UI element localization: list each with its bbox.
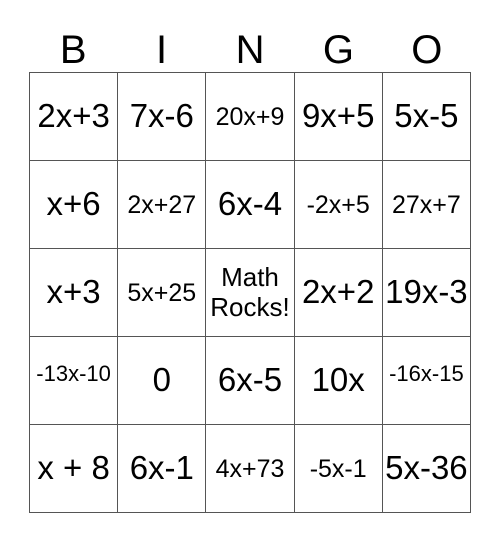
bingo-cell[interactable]: 27x+7: [382, 161, 471, 249]
bingo-cell[interactable]: 5x-5: [382, 73, 471, 161]
bingo-card: B I N G O 2x+3 7x-6 20x+9 9x+5 5x-5 x+6 2x+27 6…: [0, 0, 500, 544]
bingo-cell-text: 2x+27: [127, 190, 197, 219]
bingo-cell[interactable]: 19x-3: [382, 249, 471, 337]
bingo-cell[interactable]: 5x-36: [382, 425, 471, 513]
bingo-header-letter-g: G: [322, 28, 354, 72]
bingo-cell-text: -16x-15: [389, 361, 464, 387]
bingo-cell[interactable]: 20x+9: [206, 73, 295, 161]
bingo-cell-text: x + 8: [37, 449, 110, 487]
bingo-cell[interactable]: -2x+5: [294, 161, 383, 249]
bingo-cell-text: 4x+73: [215, 454, 285, 483]
bingo-cell-text: 2x+3: [37, 97, 110, 135]
bingo-cell[interactable]: x + 8: [30, 425, 119, 513]
bingo-header-row: B I N G O: [29, 18, 471, 72]
bingo-free-space-cell[interactable]: Math Rocks!: [206, 249, 295, 337]
bingo-cell-text: -13x-10: [36, 361, 111, 387]
bingo-header-letter-n: N: [235, 28, 265, 72]
bingo-cell-text: 6x-4: [217, 185, 283, 223]
bingo-cell-text: 9x+5: [301, 97, 375, 135]
bingo-cell-text: 5x+25: [127, 278, 197, 307]
bingo-cell[interactable]: 0: [118, 337, 207, 425]
bingo-header-letter-o: O: [411, 28, 443, 72]
bingo-cell-text: -5x-1: [309, 454, 367, 483]
bingo-header-letter-b: B: [59, 28, 87, 72]
bingo-cell[interactable]: -13x-10: [30, 337, 119, 425]
bingo-cell-text: 6x-5: [217, 361, 283, 399]
bingo-cell-text: 5x-36: [385, 449, 468, 487]
bingo-cell-text: 10x: [311, 361, 365, 399]
bingo-cell-text: 20x+9: [215, 102, 285, 131]
bingo-cell[interactable]: x+3: [30, 249, 119, 337]
bingo-grid: 2x+3 7x-6 20x+9 9x+5 5x-5 x+6 2x+27 6x-4 -2x+5 27…: [29, 72, 471, 513]
bingo-cell[interactable]: x+6: [30, 161, 119, 249]
bingo-cell[interactable]: 2x+3: [30, 73, 119, 161]
bingo-cell-text: x+6: [46, 185, 101, 223]
bingo-cell-text: 5x-5: [394, 97, 459, 135]
bingo-cell[interactable]: 5x+25: [118, 249, 207, 337]
bingo-cell[interactable]: 2x+2: [294, 249, 383, 337]
bingo-free-space-label: Math Rocks!: [210, 262, 290, 322]
bingo-cell-text: -2x+5: [306, 190, 370, 219]
bingo-cell-text: 6x-1: [129, 449, 194, 487]
bingo-cell-text: 2x+2: [301, 273, 375, 311]
bingo-cell[interactable]: -5x-1: [294, 425, 383, 513]
bingo-cell[interactable]: 7x-6: [118, 73, 207, 161]
bingo-cell[interactable]: 9x+5: [294, 73, 383, 161]
bingo-cell-text: 27x+7: [391, 190, 461, 219]
bingo-cell[interactable]: 4x+73: [206, 425, 295, 513]
bingo-cell[interactable]: 2x+27: [118, 161, 207, 249]
bingo-cell-text: 0: [152, 361, 171, 399]
bingo-header-letter-i: I: [156, 28, 168, 72]
bingo-cell[interactable]: 10x: [294, 337, 383, 425]
bingo-cell[interactable]: 6x-5: [206, 337, 295, 425]
bingo-cell[interactable]: 6x-4: [206, 161, 295, 249]
bingo-cell[interactable]: 6x-1: [118, 425, 207, 513]
bingo-cell-text: 19x-3: [385, 273, 468, 311]
bingo-cell-text: 7x-6: [129, 97, 194, 135]
bingo-cell-text: x+3: [46, 273, 101, 311]
bingo-cell[interactable]: -16x-15: [382, 337, 471, 425]
